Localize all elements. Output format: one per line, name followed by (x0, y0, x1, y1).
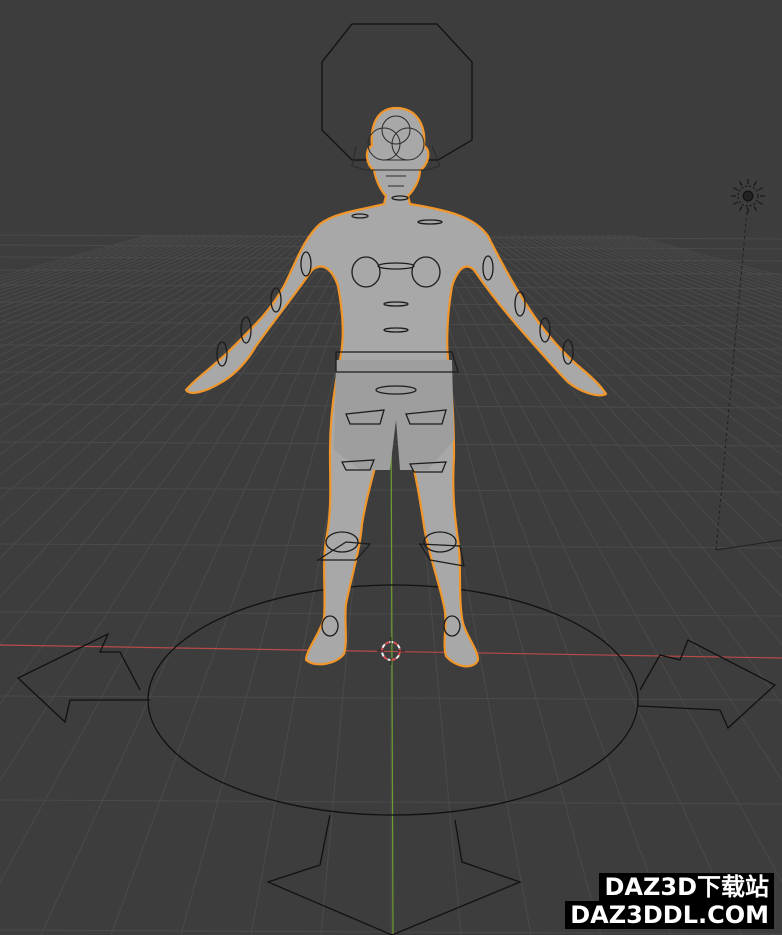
grid-line (0, 234, 338, 646)
grid-line (0, 234, 170, 286)
grid-line (612, 234, 782, 286)
grid-line (546, 234, 782, 335)
grid-line (558, 234, 782, 323)
sun-ray (739, 181, 743, 186)
human-base-mesh[interactable] (184, 106, 608, 668)
grid-line (0, 234, 356, 884)
grid-line (444, 234, 782, 646)
grid-line (474, 234, 782, 476)
grid-line (0, 234, 260, 365)
grid-line (0, 234, 224, 323)
grid-line (0, 234, 152, 277)
grid-line (0, 234, 206, 308)
grid-line (576, 234, 782, 308)
grid-line (600, 234, 782, 293)
grid-line (582, 234, 782, 304)
grid-line (480, 234, 782, 456)
watermark: DAZ3D下载站 DAZ3DDL.COM (565, 873, 774, 929)
grid-line (522, 234, 782, 365)
watermark-url: DAZ3DDL.COM (565, 901, 774, 929)
grid-line (552, 234, 782, 329)
sun-ray (758, 201, 763, 205)
grid-line (0, 234, 182, 293)
grid-line (0, 234, 344, 705)
sun-light-icon[interactable] (715, 179, 782, 551)
grid-line (40, 234, 362, 935)
grid-line (516, 234, 782, 374)
grid-line (0, 234, 230, 329)
shorts (334, 360, 454, 470)
grid-line (0, 234, 236, 335)
grid-line (0, 234, 272, 384)
sun-ray (733, 187, 738, 191)
3d-viewport[interactable]: DAZ3D下载站 DAZ3DDL.COM (0, 0, 782, 935)
grid-line (438, 234, 782, 705)
grid-line (432, 234, 782, 782)
sun-ray (758, 187, 763, 191)
sun-ray (753, 206, 757, 211)
watermark-title: DAZ3D下载站 (599, 873, 774, 901)
grid-line (0, 234, 164, 283)
grid-line (0, 234, 266, 374)
grid-line (540, 234, 782, 341)
sun-ray (753, 181, 757, 186)
grid-line (420, 234, 742, 935)
grid-line (426, 234, 782, 884)
grid-line (618, 234, 782, 283)
grid-line (0, 234, 200, 304)
grid-line (630, 234, 782, 277)
grid-line (0, 234, 242, 341)
sun-ray (739, 206, 743, 211)
sun-ray (733, 201, 738, 205)
grid-line (0, 234, 350, 782)
viewport-scene[interactable] (0, 0, 782, 935)
